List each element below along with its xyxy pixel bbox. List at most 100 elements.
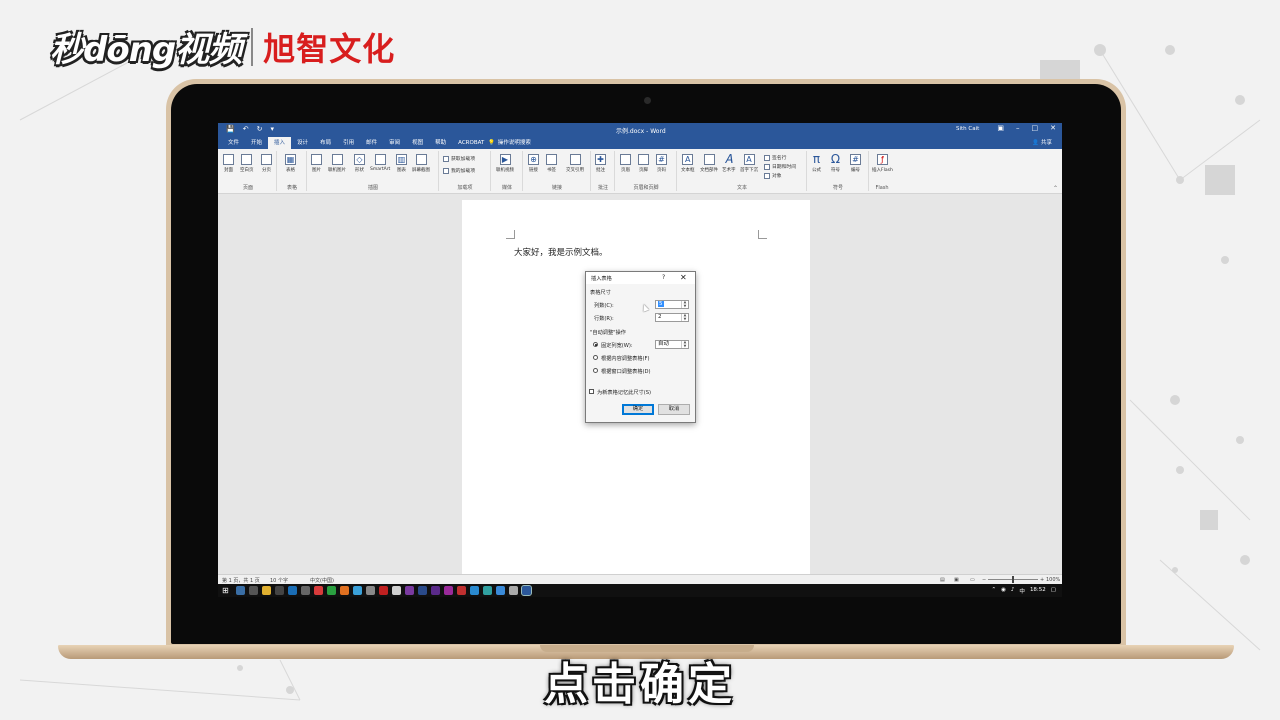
insert-flash-button[interactable]: ƒ 插入Flash bbox=[872, 154, 893, 173]
taskbar-app-icon[interactable] bbox=[314, 586, 323, 595]
taskbar-app-icon[interactable] bbox=[275, 586, 284, 595]
taskbar-app-icon[interactable] bbox=[509, 586, 518, 595]
ok-button[interactable]: 确定 bbox=[622, 404, 654, 415]
save-icon[interactable]: 💾 bbox=[226, 125, 235, 133]
link-button[interactable]: ⊕ 链接 bbox=[528, 154, 539, 173]
user-name[interactable]: Sith Cait bbox=[956, 126, 979, 132]
table-button[interactable]: ▦ 表格 bbox=[285, 154, 296, 173]
collapse-ribbon-icon[interactable]: ⌃ bbox=[1053, 185, 1058, 192]
tab-design[interactable]: 设计 bbox=[291, 137, 314, 149]
tab-insert[interactable]: 插入 bbox=[268, 137, 292, 149]
taskbar-app-icon[interactable] bbox=[249, 586, 258, 595]
taskbar-app-icon[interactable] bbox=[405, 586, 414, 595]
tab-review[interactable]: 审阅 bbox=[383, 137, 406, 149]
tab-view[interactable]: 视图 bbox=[406, 137, 429, 149]
chart-button[interactable]: ▥ 图表 bbox=[396, 154, 407, 173]
tab-references[interactable]: 引用 bbox=[337, 137, 360, 149]
volume-icon[interactable]: ♪ bbox=[1011, 587, 1015, 595]
taskbar-app-icon[interactable] bbox=[340, 586, 349, 595]
bookmark-button[interactable]: 书签 bbox=[546, 154, 557, 173]
zoom-level[interactable]: 100% bbox=[1046, 577, 1060, 583]
taskbar-app-icon[interactable] bbox=[353, 586, 362, 595]
tab-layout[interactable]: 布局 bbox=[314, 137, 337, 149]
close-window-icon[interactable]: ✕ bbox=[1050, 124, 1056, 132]
minimize-icon[interactable]: – bbox=[1016, 124, 1020, 132]
taskbar-app-icon[interactable] bbox=[379, 586, 388, 595]
clock[interactable]: 18:52 bbox=[1030, 587, 1046, 595]
taskbar-app-icon[interactable] bbox=[457, 586, 466, 595]
object-button[interactable]: 对象 bbox=[764, 172, 782, 179]
page-count[interactable]: 第 1 页，共 1 页 bbox=[222, 577, 260, 584]
header-button[interactable]: 页眉 bbox=[620, 154, 631, 173]
redo-icon[interactable]: ↻ bbox=[257, 125, 263, 133]
autofit-content-radio[interactable] bbox=[593, 355, 598, 360]
cover-button[interactable]: 封面 bbox=[223, 154, 234, 173]
language-status[interactable]: 中文(中国) bbox=[310, 577, 334, 584]
symbol-button[interactable]: Ω 符号 bbox=[830, 153, 841, 173]
online-video-button[interactable]: ▶ 联机视频 bbox=[496, 154, 514, 173]
zoom-out-icon[interactable]: − bbox=[982, 577, 986, 583]
shapes-button[interactable]: ◇ 形状 bbox=[354, 154, 365, 173]
page-number-button[interactable]: # 页码 bbox=[656, 154, 667, 173]
word-count[interactable]: 10 个字 bbox=[270, 577, 288, 584]
customize-qat-icon[interactable]: ▾ bbox=[270, 125, 274, 133]
textbox-button[interactable]: A 文本框 bbox=[681, 154, 695, 173]
windows-start-icon[interactable]: ⊞ bbox=[222, 586, 229, 595]
ribbon-display-options-icon[interactable]: ▣ bbox=[997, 124, 1004, 132]
dropcap-button[interactable]: A 首字下沉 bbox=[740, 154, 758, 173]
taskbar-app-icon[interactable] bbox=[431, 586, 440, 595]
blank-page-button[interactable]: 空白页 bbox=[240, 154, 254, 173]
undo-icon[interactable]: ↶ bbox=[243, 125, 249, 133]
get-addins-button[interactable]: 获取加载项 bbox=[443, 155, 475, 162]
notification-icon[interactable]: ▢ bbox=[1051, 587, 1056, 595]
taskbar-app-icon[interactable] bbox=[496, 586, 505, 595]
fixed-width-radio[interactable] bbox=[593, 342, 598, 347]
tray-chevron-icon[interactable]: ⌃ bbox=[991, 587, 996, 595]
cancel-button[interactable]: 取消 bbox=[658, 404, 690, 415]
read-mode-icon[interactable]: ▤ bbox=[940, 577, 945, 583]
comment-button[interactable]: ✚ 批注 bbox=[595, 154, 606, 173]
rows-spinner-icon[interactable]: ▲ ▼ bbox=[681, 313, 688, 321]
signature-line-button[interactable]: 签名行 bbox=[764, 154, 786, 161]
online-picture-button[interactable]: 联机图片 bbox=[328, 154, 346, 173]
columns-spinner-icon[interactable]: ▲ ▼ bbox=[681, 300, 688, 308]
web-layout-icon[interactable]: ▭ bbox=[970, 577, 975, 583]
autofit-window-radio[interactable] bbox=[593, 368, 598, 373]
tab-help[interactable]: 帮助 bbox=[429, 137, 452, 149]
equation-button[interactable]: π 公式 bbox=[811, 153, 822, 173]
zoom-in-icon[interactable]: + bbox=[1040, 577, 1044, 583]
taskbar-app-icon[interactable] bbox=[470, 586, 479, 595]
picture-button[interactable]: 图片 bbox=[311, 154, 322, 173]
fixed-width-input[interactable]: 自动 ▲ ▼ bbox=[655, 340, 689, 349]
maximize-icon[interactable]: □ bbox=[1032, 124, 1039, 132]
number-button[interactable]: # 编号 bbox=[850, 154, 861, 173]
tab-acrobat[interactable]: ACROBAT bbox=[452, 137, 490, 149]
remember-size-checkbox[interactable] bbox=[589, 389, 594, 394]
cross-reference-button[interactable]: 交叉引用 bbox=[566, 154, 584, 173]
tab-mailings[interactable]: 邮件 bbox=[360, 137, 383, 149]
columns-input[interactable]: 5 ▲ ▼ bbox=[655, 300, 689, 309]
document-text[interactable]: 大家好，我是示例文档。 bbox=[514, 246, 608, 258]
taskbar-app-icon[interactable] bbox=[418, 586, 427, 595]
zoom-slider-thumb[interactable] bbox=[1012, 576, 1014, 583]
network-icon[interactable]: ◉ bbox=[1001, 587, 1006, 595]
close-icon[interactable]: ✕ bbox=[680, 273, 687, 282]
taskbar-app-icon[interactable] bbox=[327, 586, 336, 595]
taskbar-app-icon[interactable] bbox=[366, 586, 375, 595]
taskbar-app-icon[interactable] bbox=[392, 586, 401, 595]
tab-home[interactable]: 开始 bbox=[245, 137, 268, 149]
tab-file[interactable]: 文件 bbox=[222, 137, 245, 149]
taskbar-app-icon[interactable] bbox=[288, 586, 297, 595]
taskbar-app-icon[interactable] bbox=[301, 586, 310, 595]
wordart-button[interactable]: 𝐴 艺术字 bbox=[722, 153, 736, 173]
taskbar-app-icon[interactable] bbox=[483, 586, 492, 595]
smartart-button[interactable]: SmartArt bbox=[370, 154, 390, 172]
input-language[interactable]: 中 bbox=[1019, 587, 1025, 595]
rows-input[interactable]: 2 ▲ ▼ bbox=[655, 313, 689, 322]
datetime-button[interactable]: 日期和时间 bbox=[764, 163, 796, 170]
footer-button[interactable]: 页脚 bbox=[638, 154, 649, 173]
share-button[interactable]: 👤 共享 bbox=[1032, 137, 1052, 149]
tell-me-search[interactable]: 💡 操作说明搜索 bbox=[488, 137, 531, 149]
taskbar-app-icon[interactable] bbox=[236, 586, 245, 595]
screenshot-button[interactable]: 屏幕截图 bbox=[412, 154, 430, 173]
